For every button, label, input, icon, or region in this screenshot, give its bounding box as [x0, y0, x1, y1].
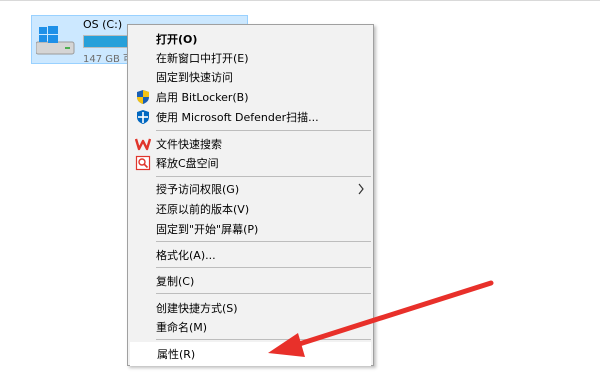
- menu-item-label: 重命名(M): [156, 321, 208, 334]
- menu-item-copy[interactable]: 复制(C): [130, 270, 371, 292]
- menu-item-label: 固定到"开始"屏幕(P): [156, 223, 259, 236]
- menu-item-label: 还原以前的版本(V): [156, 203, 250, 216]
- menu-separator: [156, 241, 371, 242]
- menu-item-free-c-drive[interactable]: 释放C盘空间: [130, 152, 371, 174]
- menu-item-label: 复制(C): [156, 275, 195, 288]
- menu-separator: [156, 176, 371, 177]
- cleanup-icon: [135, 155, 151, 171]
- menu-item-restore-versions[interactable]: 还原以前的版本(V): [130, 198, 371, 220]
- menu-item-format[interactable]: 格式化(A)...: [130, 244, 371, 266]
- menu-separator: [156, 339, 371, 340]
- menu-item-defender-scan[interactable]: 使用 Microsoft Defender扫描...: [130, 106, 371, 128]
- menu-item-pin-start[interactable]: 固定到"开始"屏幕(P): [130, 218, 371, 240]
- menu-item-properties[interactable]: 属性(R): [130, 342, 371, 366]
- menu-item-label: 释放C盘空间: [156, 157, 219, 170]
- defender-shield-icon: [137, 110, 149, 124]
- menu-item-label: 文件快速搜索: [156, 138, 222, 151]
- menu-item-label: 授予访问权限(G): [156, 183, 240, 196]
- wps-icon: [135, 138, 151, 151]
- menu-separator: [156, 267, 371, 268]
- context-menu: 打开(O) 在新窗口中打开(E) 固定到快速访问 启用 BitLocker(B)…: [127, 24, 374, 366]
- menu-separator: [156, 293, 371, 294]
- menu-item-label: 属性(R): [157, 348, 196, 361]
- menu-item-label: 打开(O): [156, 33, 198, 46]
- menu-item-label: 创建快捷方式(S): [156, 302, 238, 315]
- drive-name: OS (C:): [83, 18, 123, 31]
- menu-item-label: 启用 BitLocker(B): [156, 91, 249, 104]
- uac-shield-icon: [137, 90, 149, 104]
- drive-size-text: 147 GB 可: [83, 54, 134, 65]
- chevron-right-icon: [358, 183, 364, 195]
- hard-drive-icon: [36, 26, 75, 55]
- menu-item-give-access[interactable]: 授予访问权限(G): [130, 178, 371, 200]
- menu-separator: [156, 130, 371, 131]
- menu-item-pin-quick-access[interactable]: 固定到快速访问: [130, 66, 371, 88]
- menu-item-label: 使用 Microsoft Defender扫描...: [156, 111, 319, 124]
- menu-item-label: 格式化(A)...: [156, 249, 216, 262]
- window-top-border: [0, 0, 600, 1]
- menu-item-bitlocker[interactable]: 启用 BitLocker(B): [130, 86, 371, 108]
- menu-item-rename[interactable]: 重命名(M): [130, 316, 371, 338]
- menu-item-label: 固定到快速访问: [156, 71, 233, 84]
- menu-item-label: 在新窗口中打开(E): [156, 52, 249, 65]
